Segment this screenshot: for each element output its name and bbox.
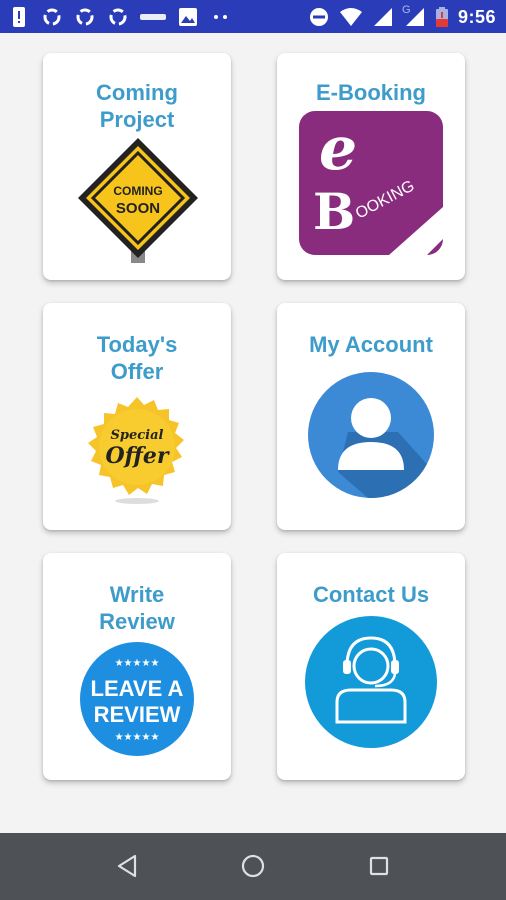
sync-icon xyxy=(107,6,129,28)
e-booking-card[interactable]: E-Booking e B OOKING xyxy=(277,53,465,280)
leave-review-badge-icon: ★★★★★ LEAVE A REVIEW ★★★★★ xyxy=(80,642,194,756)
navigation-bar xyxy=(0,833,506,900)
contact-us-title: Contact Us xyxy=(312,582,430,607)
todays-offer-title: Today's Offer xyxy=(96,332,178,384)
do-not-disturb-icon xyxy=(308,6,330,28)
special-offer-line1: Special xyxy=(111,428,164,443)
coming-soon-line2: SOON xyxy=(116,200,160,217)
image-icon xyxy=(177,6,199,28)
write-review-title: Write Review xyxy=(99,582,175,634)
wifi-icon xyxy=(339,6,362,28)
e-booking-letter-e: e xyxy=(319,114,357,184)
svg-text:★★★★★: ★★★★★ xyxy=(115,658,160,669)
e-booking-title: E-Booking xyxy=(316,80,426,105)
special-offer-badge-icon: Special Offer xyxy=(88,397,184,504)
coming-project-title: Coming Project xyxy=(96,80,178,132)
status-bar: G 9:56 xyxy=(0,0,506,33)
write-review-card[interactable]: Write Review ★★★★★ LEAVE A REVIEW ★★★★★ xyxy=(43,553,231,780)
recents-icon[interactable] xyxy=(364,851,394,881)
leave-review-line1: LEAVE A xyxy=(91,676,184,701)
contact-us-card[interactable]: Contact Us xyxy=(277,553,465,780)
more-dots-icon xyxy=(210,6,232,28)
headset-agent-icon xyxy=(305,616,437,748)
coming-project-card[interactable]: Coming Project COMING SOON xyxy=(43,53,231,280)
app-icon xyxy=(140,6,166,28)
my-account-card[interactable]: My Account xyxy=(277,303,465,530)
signal-icon: G xyxy=(401,4,426,28)
network-type-label: G xyxy=(401,4,411,16)
sync-icon xyxy=(41,6,63,28)
coming-soon-sign-icon: COMING SOON xyxy=(78,138,198,263)
special-offer-line2: Offer xyxy=(106,443,170,469)
coming-soon-line1: COMING xyxy=(113,184,162,198)
todays-offer-card[interactable]: Today's Offer Special Offer xyxy=(43,303,231,530)
menu-grid: Coming Project COMING SOON E-Booking e B… xyxy=(0,33,506,833)
sync-icon xyxy=(74,6,96,28)
my-account-title: My Account xyxy=(309,332,433,357)
battery-low-icon xyxy=(435,6,448,28)
clock: 9:56 xyxy=(457,6,496,27)
leave-review-line2: REVIEW xyxy=(94,702,181,727)
user-avatar-icon xyxy=(308,372,434,498)
signal-icon xyxy=(372,6,394,28)
svg-text:★★★★★: ★★★★★ xyxy=(115,732,160,743)
e-booking-icon: e B OOKING xyxy=(299,111,443,255)
e-booking-letter-b: B xyxy=(313,182,355,241)
back-icon[interactable] xyxy=(112,851,142,881)
alert-icon xyxy=(8,6,30,28)
home-icon[interactable] xyxy=(238,851,268,881)
